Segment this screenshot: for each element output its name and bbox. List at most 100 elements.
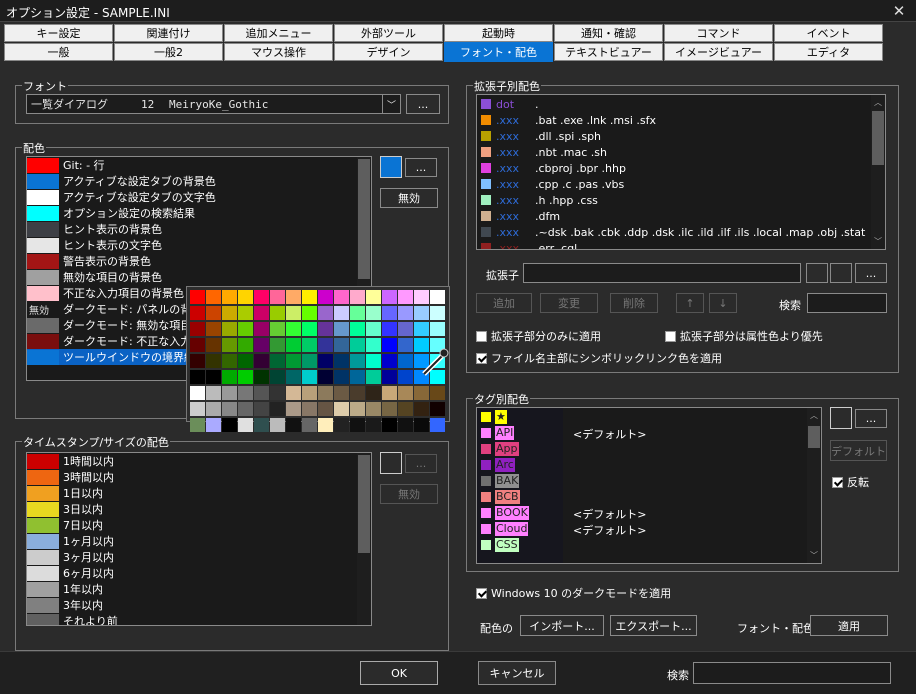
palette-cell[interactable] [366, 370, 381, 384]
export-button[interactable]: エクスポート... [610, 615, 697, 636]
palette-cell[interactable] [318, 418, 333, 432]
tag-list-item[interactable]: App [477, 441, 561, 457]
palette-cell[interactable] [430, 322, 445, 336]
timestamp-list-item[interactable]: 7日以内 [27, 517, 357, 533]
tag-list-item[interactable]: Cloud [477, 521, 561, 537]
color-preview[interactable] [380, 156, 402, 178]
scrollbar-thumb[interactable] [872, 111, 884, 165]
footer-search-input[interactable] [693, 662, 891, 684]
palette-cell[interactable] [270, 386, 285, 400]
ext-list-item[interactable]: .xxx .err .cgl [477, 240, 871, 249]
palette-cell[interactable] [254, 322, 269, 336]
ext-opt3-checkbox[interactable]: ファイル名主部にシンボリックリンク色を適用 [476, 350, 722, 366]
palette-cell[interactable] [350, 322, 365, 336]
color-list-item[interactable]: アクティブな設定タブの背景色 [27, 173, 357, 189]
timestamp-list-item[interactable]: 1日以内 [27, 485, 357, 501]
palette-cell[interactable] [366, 290, 381, 304]
palette-cell[interactable] [382, 290, 397, 304]
palette-cell[interactable] [222, 306, 237, 320]
ext-opt1-checkbox[interactable]: 拡張子部分のみに適用 [476, 328, 601, 344]
palette-cell[interactable] [206, 322, 221, 336]
tab-tabs_row2-1[interactable]: 一般2 [114, 43, 223, 61]
timestamp-list-item[interactable]: 3年以内 [27, 597, 357, 613]
font-browse-button[interactable]: ... [406, 94, 440, 114]
palette-cell[interactable] [334, 338, 349, 352]
palette-cell[interactable] [366, 338, 381, 352]
palette-cell[interactable] [350, 338, 365, 352]
palette-cell[interactable] [398, 306, 413, 320]
palette-cell[interactable] [302, 386, 317, 400]
ext-fg-color-preview[interactable] [806, 263, 828, 283]
palette-cell[interactable] [382, 354, 397, 368]
ext-list-item[interactable]: .xxx .bat .exe .lnk .msi .sfx [477, 112, 871, 128]
palette-cell[interactable] [414, 386, 429, 400]
palette-cell[interactable] [254, 306, 269, 320]
palette-cell[interactable] [318, 306, 333, 320]
timestamp-list-item[interactable]: 6ヶ月以内 [27, 565, 357, 581]
palette-cell[interactable] [398, 370, 413, 384]
tab-tabs_row2-5[interactable]: テキストビュアー [554, 43, 663, 61]
ext-down-button[interactable]: ↓ [709, 293, 737, 313]
chevron-up-icon[interactable]: ︿ [874, 97, 882, 108]
palette-cell[interactable] [190, 370, 205, 384]
chevron-up-icon[interactable]: ︿ [810, 410, 818, 421]
timestamp-list-item[interactable]: 3時間以内 [27, 469, 357, 485]
palette-cell[interactable] [382, 386, 397, 400]
checkbox-box[interactable] [476, 352, 487, 364]
tag-scrollbar[interactable]: ︿ ﹀ [807, 408, 821, 563]
palette-cell[interactable] [398, 386, 413, 400]
palette-cell[interactable] [414, 402, 429, 416]
palette-cell[interactable] [430, 418, 445, 432]
palette-cell[interactable] [398, 338, 413, 352]
ext-browse-button[interactable]: ... [855, 263, 887, 283]
font-select[interactable]: 一覧ダイアログ 12 MeiryoKe_Gothic ﹀ [26, 94, 401, 114]
ext-list[interactable]: dot. .xxx .bat .exe .lnk .msi .sfx .xxx .dll… [476, 94, 886, 250]
ext-bg-color-preview[interactable] [830, 263, 852, 283]
color-disable-button[interactable]: 無効 [380, 188, 438, 208]
palette-cell[interactable] [190, 322, 205, 336]
palette-cell[interactable] [302, 322, 317, 336]
palette-cell[interactable] [270, 354, 285, 368]
ext-list-item[interactable]: dot. [477, 96, 871, 112]
scrollbar-thumb[interactable] [808, 426, 820, 448]
palette-cell[interactable] [190, 354, 205, 368]
palette-cell[interactable] [382, 402, 397, 416]
tag-list-item[interactable]: BOOK [477, 505, 561, 521]
palette-cell[interactable] [382, 418, 397, 432]
palette-cell[interactable] [254, 386, 269, 400]
chevron-down-icon[interactable]: ﹀ [382, 95, 400, 113]
palette-cell[interactable] [254, 354, 269, 368]
ext-list-item[interactable]: .xxx .cbproj .bpr .hhp [477, 160, 871, 176]
palette-cell[interactable] [382, 306, 397, 320]
palette-cell[interactable] [430, 306, 445, 320]
palette-cell[interactable] [238, 338, 253, 352]
chevron-down-icon[interactable]: ﹀ [874, 236, 882, 247]
palette-cell[interactable] [350, 418, 365, 432]
timestamp-list-item[interactable]: 1ヶ月以内 [27, 533, 357, 549]
tab-tabs_row2-3[interactable]: デザイン [334, 43, 443, 61]
tab-tabs_row1-0[interactable]: キー設定 [4, 24, 113, 42]
tab-tabs_row2-2[interactable]: マウス操作 [224, 43, 333, 61]
palette-cell[interactable] [318, 322, 333, 336]
tag-invert-checkbox[interactable]: 反転 [832, 474, 869, 490]
palette-cell[interactable] [366, 322, 381, 336]
palette-cell[interactable] [414, 306, 429, 320]
palette-cell[interactable] [382, 370, 397, 384]
timestamp-browse-button[interactable]: ... [405, 454, 437, 473]
tag-list-item[interactable]: API [477, 425, 561, 441]
ext-list-item[interactable]: .xxx .h .hpp .css [477, 192, 871, 208]
close-icon[interactable]: ✕ [882, 0, 916, 22]
palette-cell[interactable] [254, 290, 269, 304]
palette-cell[interactable] [302, 418, 317, 432]
palette-cell[interactable] [190, 418, 205, 432]
tag-list-item[interactable]: ★ [477, 409, 561, 425]
palette-cell[interactable] [286, 402, 301, 416]
checkbox-box[interactable] [665, 330, 676, 342]
palette-cell[interactable] [302, 370, 317, 384]
palette-cell[interactable] [286, 290, 301, 304]
tag-list-item[interactable]: BAK [477, 473, 561, 489]
tab-tabs_row1-2[interactable]: 追加メニュー [224, 24, 333, 42]
palette-cell[interactable] [238, 354, 253, 368]
palette-cell[interactable] [222, 338, 237, 352]
ext-list-item[interactable]: .xxx .~dsk .bak .cbk .ddp .dsk .ilc .ild … [477, 224, 871, 240]
